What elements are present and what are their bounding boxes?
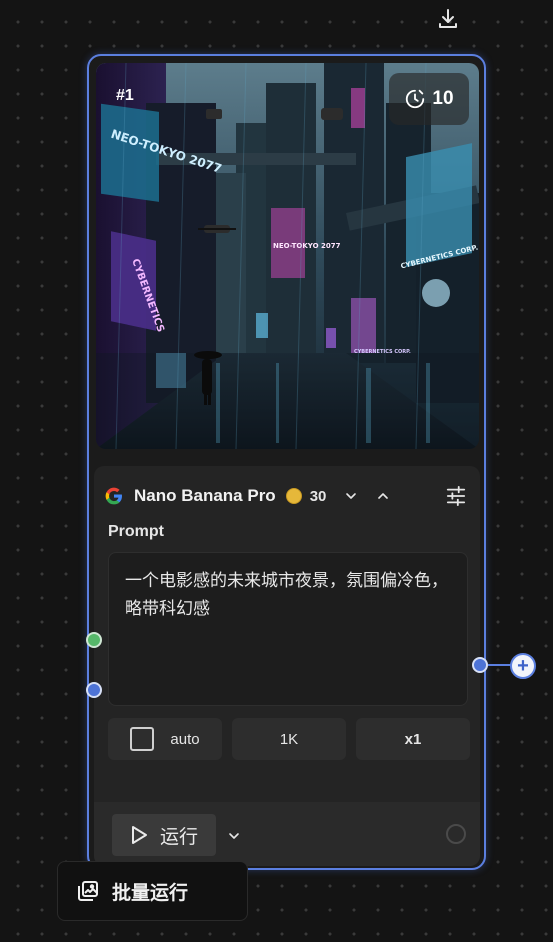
status-indicator: [446, 824, 466, 844]
settings-panel: Nano Banana Pro 30 Prompt 一个电影感的未来城市夜景，氛…: [94, 466, 480, 866]
image-count-badge[interactable]: 10: [389, 73, 469, 125]
chevron-down-icon: [229, 833, 239, 839]
auto-toggle[interactable]: auto: [108, 718, 222, 760]
input-port-image[interactable]: [86, 682, 102, 698]
prompt-textarea[interactable]: 一个电影感的未来城市夜景，氛围偏冷色，略带科幻感: [108, 552, 468, 706]
chevron-down-icon: [346, 493, 357, 499]
model-row: Nano Banana Pro 30: [104, 484, 470, 508]
output-connector-line: [488, 664, 512, 666]
run-options-button[interactable]: [222, 824, 246, 848]
collapse-button[interactable]: [372, 485, 394, 507]
chevron-up-icon: [378, 493, 389, 499]
run-bar: 运行: [94, 802, 480, 866]
run-button[interactable]: 运行: [112, 814, 216, 856]
image-count-value: 10: [432, 88, 454, 109]
canvas: NEO-TOKYO 2077 CYBERNETICS NEO-TOKYO 207…: [0, 0, 553, 942]
download-button[interactable]: [430, 4, 466, 34]
download-icon: [439, 9, 457, 28]
generation-node[interactable]: NEO-TOKYO 2077 CYBERNETICS NEO-TOKYO 207…: [87, 54, 486, 870]
auto-checkbox[interactable]: [130, 727, 155, 751]
google-g-icon: [105, 487, 122, 505]
credit-cost: 30: [309, 487, 327, 505]
auto-label: auto: [170, 730, 200, 748]
prompt-label: Prompt: [108, 523, 164, 540]
batch-images-icon: [78, 881, 98, 901]
run-label: 运行: [159, 826, 198, 848]
model-name[interactable]: Nano Banana Pro: [134, 486, 276, 506]
input-port-text[interactable]: [86, 632, 102, 648]
node-index-badge: #1: [116, 87, 134, 104]
settings-button[interactable]: [442, 484, 470, 508]
sign-neo-tokyo-center: NEO-TOKYO 2077: [273, 242, 341, 250]
model-dropdown-button[interactable]: [340, 485, 362, 507]
batch-run-button[interactable]: 批量运行: [57, 861, 248, 921]
output-port[interactable]: [472, 657, 488, 673]
batch-run-label: 批量运行: [112, 882, 189, 904]
sign-cybernetics-corp-small: CYBERNETICS CORP.: [354, 349, 411, 355]
sliders-icon: [446, 486, 466, 506]
coin-icon: [285, 488, 302, 504]
options-row: auto 1K x1: [108, 718, 470, 760]
play-icon: [131, 826, 147, 844]
generated-image[interactable]: NEO-TOKYO 2077 CYBERNETICS NEO-TOKYO 207…: [96, 63, 479, 449]
add-node-button[interactable]: +: [510, 653, 536, 679]
plus-icon: +: [517, 654, 529, 677]
multiplier-select[interactable]: x1: [356, 718, 470, 760]
timer-icon: [406, 89, 425, 109]
resolution-select[interactable]: 1K: [232, 718, 346, 760]
